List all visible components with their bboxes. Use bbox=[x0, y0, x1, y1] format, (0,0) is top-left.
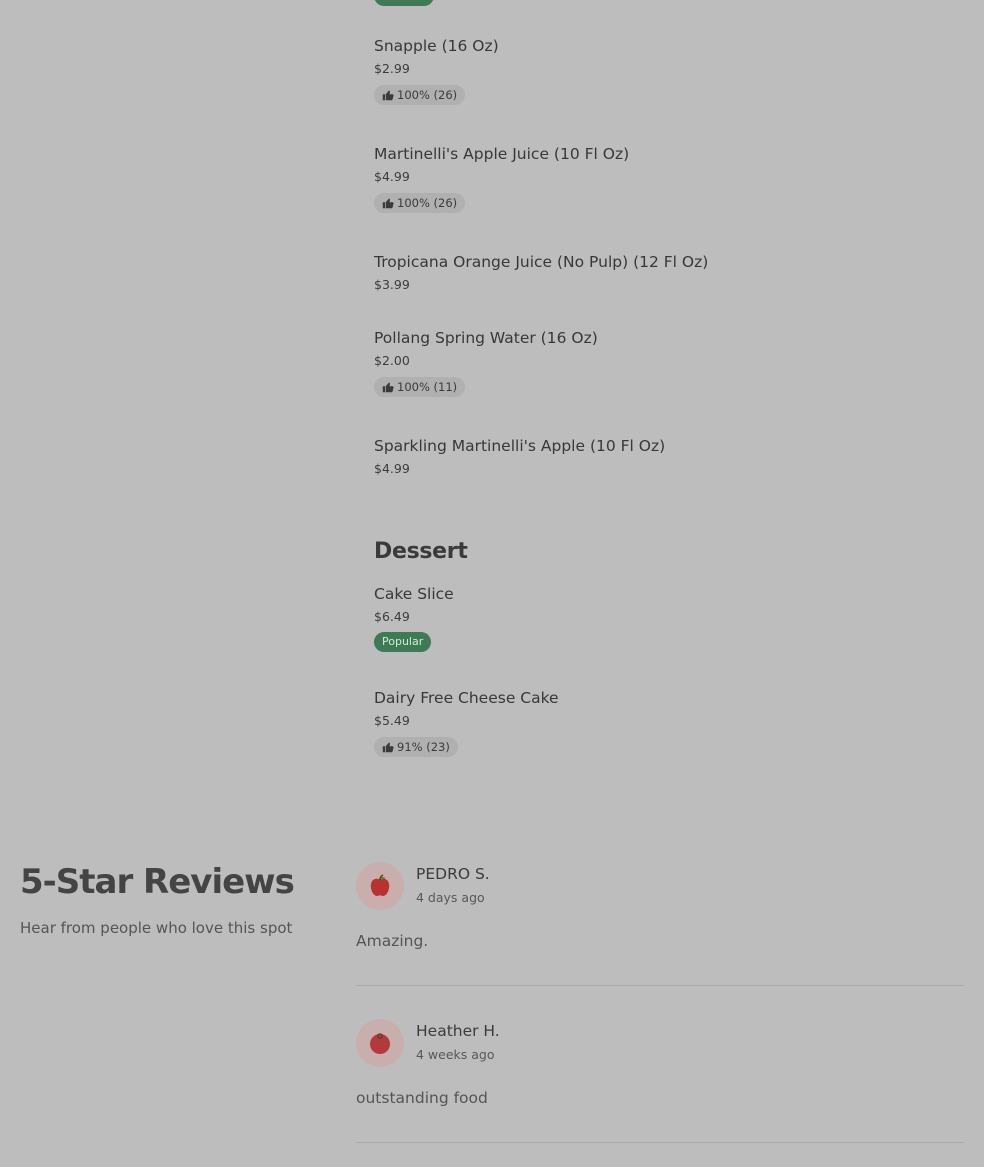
rating-text: 91% (23) bbox=[397, 740, 450, 754]
item-name: Dairy Free Cheese Cake bbox=[374, 689, 559, 707]
review-date: 4 weeks ago bbox=[416, 1047, 495, 1062]
item-price: $2.99 bbox=[374, 61, 410, 76]
item-price: $5.49 bbox=[374, 713, 410, 728]
reviewer-name: Heather H. bbox=[416, 1022, 500, 1040]
thumbs-up-icon bbox=[382, 382, 394, 393]
item-price: $3.99 bbox=[374, 277, 410, 292]
rating-text: 100% (26) bbox=[397, 196, 458, 210]
item-price: $6.49 bbox=[374, 609, 410, 624]
item-name: Tropicana Orange Juice (No Pulp) (12 Fl … bbox=[374, 253, 709, 271]
section-title-dessert: Dessert bbox=[374, 539, 468, 564]
item-name: Sparkling Martinelli's Apple (10 Fl Oz) bbox=[374, 437, 666, 455]
tomato-icon bbox=[370, 1033, 390, 1054]
menu-item-tropicana-orange-juice[interactable]: Tropicana Orange Juice (No Pulp) (12 Fl … bbox=[374, 253, 708, 292]
popular-badge: Popular bbox=[374, 632, 432, 652]
menu-item-cake-slice[interactable]: Cake Slice $6.49 Popular bbox=[374, 585, 454, 652]
store-page: Snapple (16 Oz) $2.99 100% (26) Martinel… bbox=[0, 0, 984, 1167]
item-name: Snapple (16 Oz) bbox=[374, 37, 499, 55]
reviewer-name: PEDRO S. bbox=[416, 865, 490, 883]
item-price: $4.99 bbox=[374, 169, 410, 184]
divider bbox=[356, 985, 964, 986]
review-text: Amazing. bbox=[356, 932, 429, 950]
thumbs-up-icon bbox=[382, 198, 394, 209]
menu-item-dairy-free-cheese-cake[interactable]: Dairy Free Cheese Cake $5.49 91% (23) bbox=[374, 689, 559, 757]
rating-badge: 100% (26) bbox=[374, 193, 466, 213]
thumbs-up-icon bbox=[382, 90, 394, 101]
rating-badge: 100% (26) bbox=[374, 85, 466, 105]
item-price: $4.99 bbox=[374, 461, 410, 476]
apple-icon bbox=[370, 874, 390, 896]
rating-text: 100% (26) bbox=[397, 88, 458, 102]
item-name: Pollang Spring Water (16 Oz) bbox=[374, 329, 598, 347]
item-name: Cake Slice bbox=[374, 585, 454, 603]
reviews-subheading: Hear from people who love this spot bbox=[20, 919, 293, 937]
menu-item-martinellis-apple-juice[interactable]: Martinelli's Apple Juice (10 Fl Oz) $4.9… bbox=[374, 145, 629, 213]
rating-text: 100% (11) bbox=[397, 380, 458, 394]
review-text: outstanding food bbox=[356, 1089, 488, 1107]
item-name: Martinelli's Apple Juice (10 Fl Oz) bbox=[374, 145, 630, 163]
menu-item-pollang-spring-water[interactable]: Pollang Spring Water (16 Oz) $2.00 100% … bbox=[374, 329, 598, 397]
thumbs-up-icon bbox=[382, 742, 394, 753]
item-price: $2.00 bbox=[374, 353, 410, 368]
divider bbox=[356, 1142, 964, 1143]
reviews-heading: 5-Star Reviews bbox=[20, 862, 295, 902]
review-date: 4 days ago bbox=[416, 890, 485, 905]
menu-item-snapple[interactable]: Snapple (16 Oz) $2.99 100% (26) bbox=[374, 37, 499, 105]
reviewer-avatar bbox=[356, 862, 404, 910]
popular-badge-partial bbox=[374, 0, 434, 6]
menu-item-sparkling-martinellis[interactable]: Sparkling Martinelli's Apple (10 Fl Oz) … bbox=[374, 437, 665, 476]
rating-badge: 91% (23) bbox=[374, 737, 458, 757]
rating-badge: 100% (11) bbox=[374, 377, 466, 397]
reviewer-avatar bbox=[356, 1019, 404, 1067]
